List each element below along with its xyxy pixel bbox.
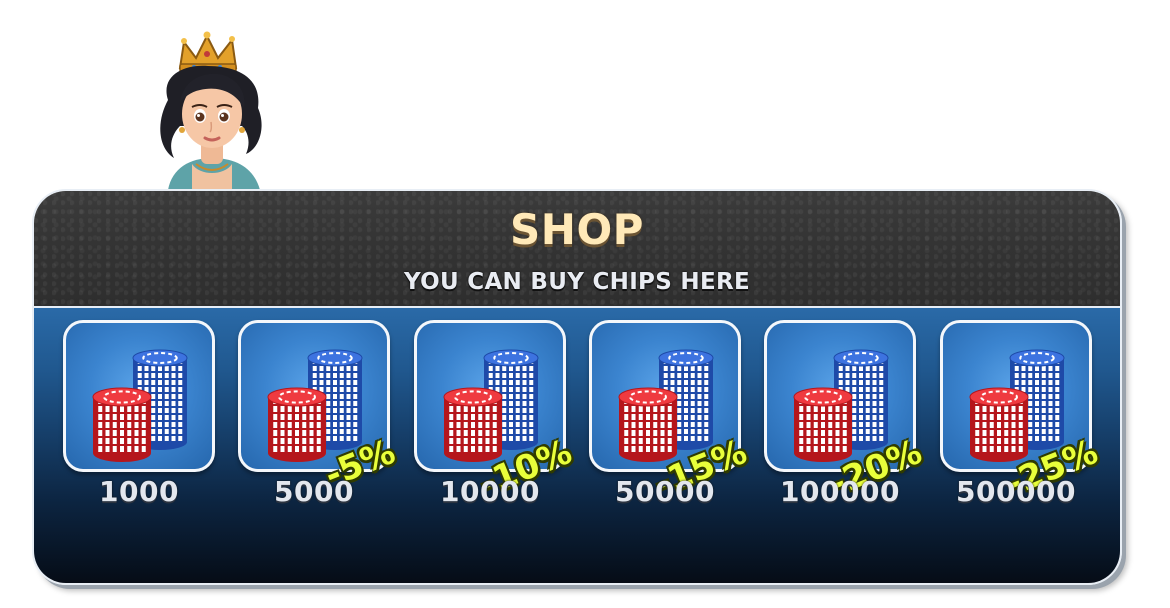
queen-avatar-icon[interactable] [150, 30, 275, 190]
chip-pack-card[interactable] [63, 320, 215, 472]
chip-amount: 1000 [99, 475, 179, 508]
chip-pack-1000[interactable]: 1000 [63, 320, 215, 510]
red-chip-stack [267, 387, 327, 462]
chip-pack-500000[interactable]: -25% 500000 [940, 320, 1103, 510]
chip-stacks-icon [92, 349, 188, 462]
page-title: SHOP [510, 205, 644, 254]
chip-amount: 5000 [274, 475, 354, 508]
red-chip-stack [443, 387, 503, 462]
shop-header: SHOP YOU CAN BUY CHIPS HERE [34, 191, 1120, 308]
red-chip-stack [618, 387, 678, 462]
chip-pack-10000[interactable]: -10% 10000 [414, 320, 577, 510]
chip-amount: 500000 [956, 475, 1076, 508]
chip-pack-card[interactable]: -5% [238, 320, 401, 496]
shop-screen: SHOP YOU CAN BUY CHIPS HERE 1000 -5% 500… [0, 0, 1170, 608]
chip-pack-card[interactable]: -10% [414, 320, 577, 505]
chip-pack-50000[interactable]: -15% 50000 [589, 320, 752, 510]
chip-amount: 50000 [615, 475, 715, 508]
red-chip-stack [92, 387, 152, 462]
chip-pack-100000[interactable]: -20% 100000 [764, 320, 927, 510]
shop-panel: SHOP YOU CAN BUY CHIPS HERE 1000 -5% 500… [32, 189, 1122, 585]
chip-packs-row: 1000 -5% 5000 -10% 10000 -15% 50000 -20%… [34, 308, 1120, 583]
chip-pack-card[interactable]: -20% [764, 320, 927, 505]
chip-pack-card[interactable]: -25% [940, 320, 1103, 505]
chip-amount: 10000 [440, 475, 540, 508]
chip-amount: 100000 [780, 475, 900, 508]
chip-pack-card[interactable]: -15% [589, 320, 752, 505]
chip-pack-5000[interactable]: -5% 5000 [238, 320, 401, 510]
crown-icon [178, 31, 238, 73]
red-chip-stack [969, 387, 1029, 462]
shop-subtitle: YOU CAN BUY CHIPS HERE [404, 269, 750, 295]
red-chip-stack [793, 387, 853, 462]
